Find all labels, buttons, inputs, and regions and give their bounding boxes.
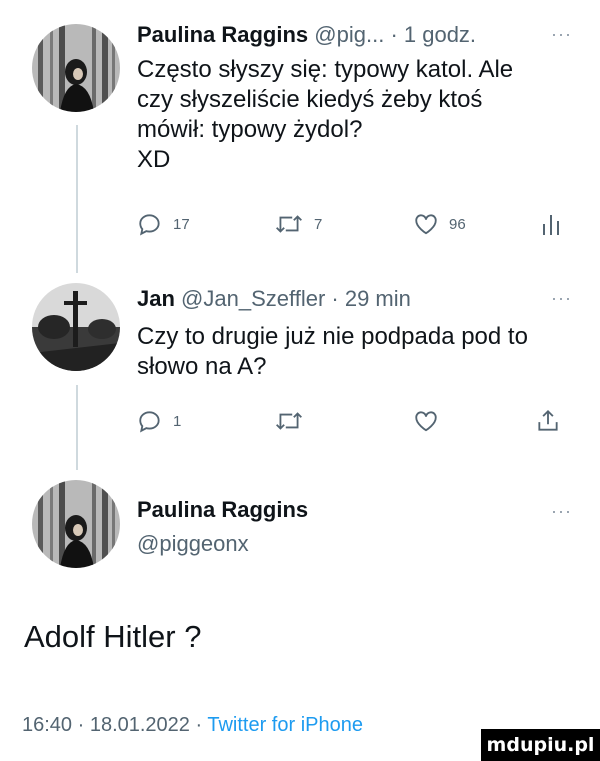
watermark-logo: mdupiu.pl (481, 729, 600, 761)
heart-icon (415, 411, 437, 432)
avatar-paulina-quoted[interactable] (32, 480, 120, 568)
tweet1-stats-button[interactable] (541, 211, 561, 237)
tweet2-text-line: Czy to drugie już nie podpada pod to (137, 323, 528, 350)
reply-icon (139, 214, 160, 236)
tweet1-reply-button[interactable]: 17 (137, 211, 190, 237)
tweet1-actions: 17 7 96 (137, 211, 559, 241)
tweet1-handle[interactable]: @pig... (314, 22, 384, 47)
tweet2-handle[interactable]: @Jan_Szeffler (181, 286, 325, 311)
tweet1-text-line: XD (137, 146, 171, 173)
tweet-timestamp[interactable]: 16:40 · 18.01.2022 · (22, 714, 202, 736)
tweet2-header: Jan @Jan_Szeffler · 29 min (137, 286, 411, 312)
tweet2-text-line: słowo na A? (137, 353, 267, 380)
quoted-author-name[interactable]: Paulina Raggins (137, 497, 308, 523)
quoted-tweet-text: Adolf Hitler ? (24, 619, 202, 654)
tweet2-more-icon[interactable]: ··· (551, 288, 572, 309)
avatar-jan[interactable] (32, 283, 120, 371)
tweet1-retweet-count: 7 (314, 215, 323, 233)
tweet2-share-button[interactable] (535, 408, 561, 434)
tweet2-like-button[interactable] (413, 408, 439, 434)
tweet2-text: Czy to drugie już nie podpada pod to sło… (137, 322, 577, 382)
tweet-client-link[interactable]: Twitter for iPhone (207, 714, 363, 736)
avatar-cross-landscape-icon (32, 283, 120, 371)
tweet1-reply-count: 17 (173, 215, 190, 233)
stats-bars-icon (543, 215, 559, 235)
quoted-more-icon[interactable]: ··· (551, 501, 572, 522)
retweet-icon (276, 215, 302, 233)
tweet2-actions: 1 (137, 408, 558, 438)
share-icon (538, 409, 558, 431)
tweet1-like-count: 96 (449, 215, 466, 233)
thread-line-2 (76, 385, 78, 470)
tweet1-more-icon[interactable]: ··· (551, 24, 572, 45)
tweet1-text-line: Często słyszy się: typowy katol. Ale (137, 56, 514, 83)
reply-icon (139, 411, 160, 433)
tweet2-time[interactable]: · 29 min (331, 286, 410, 311)
tweet2-author-name[interactable]: Jan (137, 286, 175, 311)
tweet2-retweet-button[interactable] (274, 408, 304, 434)
thread-line-1 (76, 125, 78, 273)
tweet1-retweet-button[interactable]: 7 (274, 211, 322, 237)
avatar-woman-forest-icon (32, 480, 120, 568)
avatar-woman-forest-icon (32, 24, 120, 112)
tweet1-text-line: mówił: typowy żydol? (137, 116, 363, 143)
tweet1-text: Często słyszy się: typowy katol. Ale czy… (137, 55, 577, 175)
tweet1-header: Paulina Raggins @pig... · 1 godz. (137, 22, 476, 48)
avatar-paulina[interactable] (32, 24, 120, 112)
heart-icon (415, 214, 437, 235)
tweet1-text-line: czy słyszeliście kiedyś żeby ktoś (137, 86, 483, 113)
tweet2-reply-button[interactable]: 1 (137, 408, 181, 434)
tweet2-reply-count: 1 (173, 412, 182, 430)
tweet1-time[interactable]: · 1 godz. (390, 22, 476, 47)
tweet1-author-name[interactable]: Paulina Raggins (137, 22, 308, 47)
quoted-handle[interactable]: @piggeonx (137, 531, 249, 557)
tweet1-like-button[interactable]: 96 (413, 211, 466, 237)
retweet-icon (276, 412, 302, 430)
tweet-meta: 16:40 · 18.01.2022 · Twitter for iPhone (22, 714, 363, 737)
